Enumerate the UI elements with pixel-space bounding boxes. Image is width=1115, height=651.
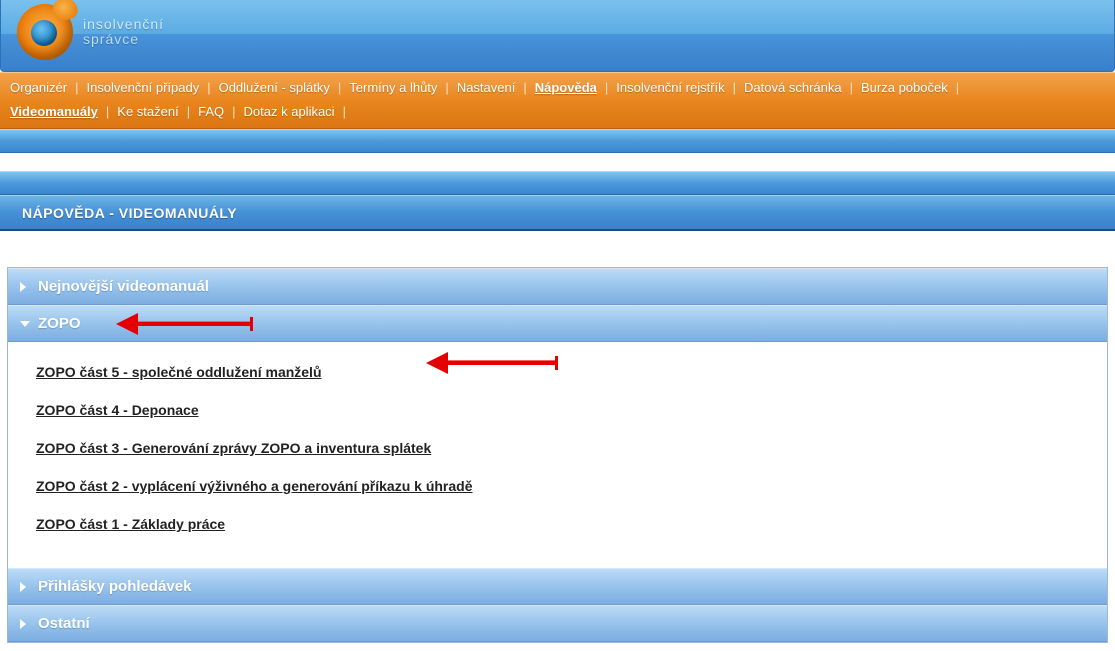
nav-separator: | [599, 78, 614, 98]
videomanual-link[interactable]: ZOPO část 3 - Generování zprávy ZOPO a i… [36, 440, 1097, 456]
nav-separator: | [844, 78, 859, 98]
logo-icon [17, 4, 73, 60]
accordion-title: Ostatní [38, 615, 90, 632]
nav-link[interactable]: Dotaz k aplikaci [242, 102, 337, 122]
chevron-down-icon [20, 321, 30, 327]
nav-link[interactable]: Datová schránka [742, 78, 844, 98]
nav-separator: | [517, 78, 532, 98]
logo-line2: správce [83, 32, 164, 47]
nav-link[interactable]: Insolvenční rejstřík [614, 78, 726, 98]
spacer [0, 231, 1115, 267]
nav-separator: | [950, 78, 965, 98]
accordion-body: ZOPO část 5 - společné oddlužení manželů… [8, 342, 1107, 568]
nav-separator: | [226, 102, 241, 122]
nav-link[interactable]: Oddlužení - splátky [217, 78, 332, 98]
main-nav: Organizér|Insolvenční případy|Oddlužení … [0, 72, 1115, 129]
chevron-right-icon [20, 619, 26, 629]
videomanual-link[interactable]: ZOPO část 2 - vyplácení výživného a gene… [36, 478, 1097, 494]
nav-link[interactable]: Insolvenční případy [84, 78, 201, 98]
spacer [0, 153, 1115, 171]
annotation-arrow [118, 321, 252, 326]
blue-strip [0, 129, 1115, 153]
chevron-right-icon [20, 282, 26, 292]
nav-link[interactable]: Burza poboček [859, 78, 950, 98]
nav-link[interactable]: Videomanuály [8, 102, 100, 122]
blue-strip [0, 171, 1115, 195]
logo-text: insolvenční správce [83, 17, 164, 48]
accordion-title: Přihlášky pohledávek [38, 578, 191, 595]
top-banner: insolvenční správce [0, 0, 1115, 72]
videomanual-link[interactable]: ZOPO část 4 - Deponace [36, 402, 1097, 418]
videomanual-link[interactable]: ZOPO část 5 - společné oddlužení manželů [36, 364, 1097, 380]
nav-link[interactable]: FAQ [196, 102, 226, 122]
page-title-bar: NÁPOVĚDA - VIDEOMANUÁLY [0, 195, 1115, 231]
nav-separator: | [100, 102, 115, 122]
nav-separator: | [727, 78, 742, 98]
nav-separator: | [69, 78, 84, 98]
nav-separator: | [337, 102, 352, 122]
nav-link[interactable]: Termíny a lhůty [347, 78, 439, 98]
videomanual-accordion: Nejnovější videomanuál ZOPO ZOPO část 5 - … [7, 267, 1108, 643]
nav-link[interactable]: Organizér [8, 78, 69, 98]
accordion-header[interactable]: Nejnovější videomanuál [8, 268, 1107, 305]
accordion-title: ZOPO [38, 315, 81, 332]
nav-link[interactable]: Nastavení [455, 78, 518, 98]
logo[interactable]: insolvenční správce [17, 4, 164, 60]
accordion-header[interactable]: ZOPO [8, 305, 1107, 342]
accordion-header[interactable]: Ostatní [8, 605, 1107, 642]
nav-link[interactable]: Nápověda [533, 78, 599, 98]
accordion-title: Nejnovější videomanuál [38, 278, 209, 295]
chevron-right-icon [20, 582, 26, 592]
nav-row-secondary: Videomanuály|Ke stažení|FAQ|Dotaz k apli… [8, 102, 1107, 122]
nav-separator: | [201, 78, 216, 98]
nav-separator: | [439, 78, 454, 98]
logo-line1: insolvenční [83, 17, 164, 32]
accordion-header[interactable]: Přihlášky pohledávek [8, 568, 1107, 605]
nav-link[interactable]: Ke stažení [115, 102, 180, 122]
videomanual-link[interactable]: ZOPO část 1 - Základy práce [36, 516, 1097, 532]
nav-separator: | [181, 102, 196, 122]
page-title: NÁPOVĚDA - VIDEOMANUÁLY [22, 205, 237, 221]
nav-row-primary: Organizér|Insolvenční případy|Oddlužení … [8, 78, 1107, 98]
nav-separator: | [332, 78, 347, 98]
